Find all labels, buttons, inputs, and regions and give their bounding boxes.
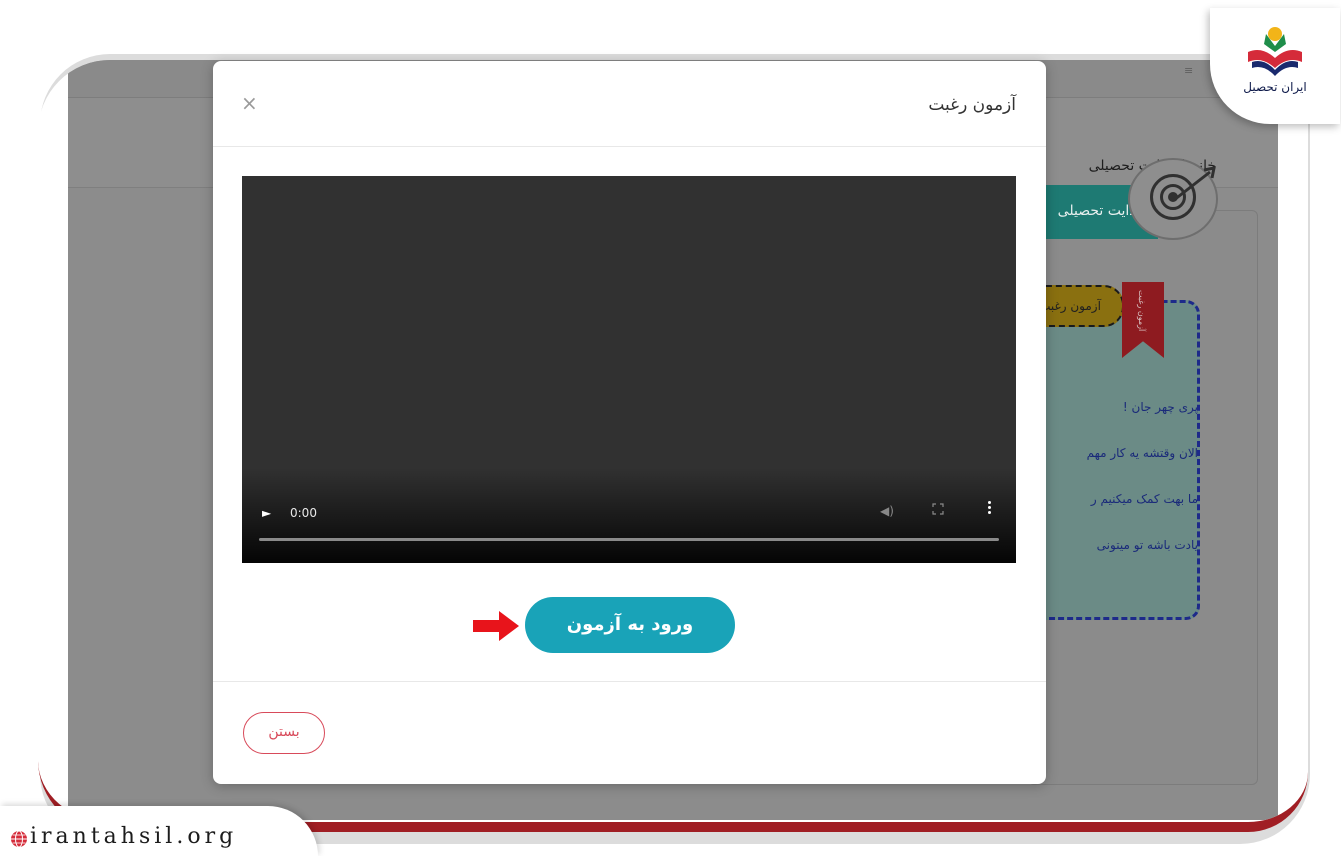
video-controls-gradient xyxy=(242,468,1016,563)
info-line: الان وقتشه یه کار مهم xyxy=(1086,446,1198,460)
website-url: irantahsil.org xyxy=(30,824,238,849)
exam-pill-label: آزمون رغبت xyxy=(1039,299,1101,313)
more-options-icon[interactable] xyxy=(988,501,992,517)
target-icon xyxy=(1128,158,1218,240)
modal-close-icon[interactable]: × xyxy=(241,91,258,115)
video-progress-bar[interactable] xyxy=(259,538,999,541)
ribbon-label: آزمون رغبت xyxy=(1137,290,1146,332)
play-icon[interactable]: ► xyxy=(262,506,271,520)
info-line: ما بهت کمک میکنیم ر xyxy=(1090,492,1198,506)
info-line: یادت باشه تو میتونی xyxy=(1096,538,1198,552)
close-button[interactable]: بستن xyxy=(243,712,325,754)
red-arrow-icon xyxy=(473,611,519,641)
modal-header: آزمون رغبت × xyxy=(213,61,1046,147)
enter-exam-button[interactable]: ورود به آزمون xyxy=(525,597,735,653)
logo-text: ایران تحصیل xyxy=(1243,80,1307,94)
modal-footer: بستن xyxy=(213,681,1046,784)
globe-icon xyxy=(11,830,27,848)
volume-icon[interactable]: ◀) xyxy=(880,504,894,518)
brand-logo: ایران تحصیل xyxy=(1210,8,1340,124)
info-text-lines: پری چهر جان ! الان وقتشه یه کار مهم ما ب… xyxy=(1040,400,1198,584)
book-logo-icon xyxy=(1248,27,1302,76)
info-line: پری چهر جان ! xyxy=(1122,400,1198,414)
video-player[interactable]: ► 0:00 ◀) xyxy=(242,176,1016,563)
exam-modal: آزمون رغبت × ► 0:00 ◀) ورود به آزمون بست… xyxy=(213,61,1046,784)
modal-title: آزمون رغبت xyxy=(928,95,1016,115)
video-time: 0:00 xyxy=(290,506,317,520)
menu-icon[interactable]: ≡ xyxy=(1184,64,1198,77)
fullscreen-icon[interactable] xyxy=(932,503,944,515)
website-tag: irantahsil.org xyxy=(0,806,318,856)
